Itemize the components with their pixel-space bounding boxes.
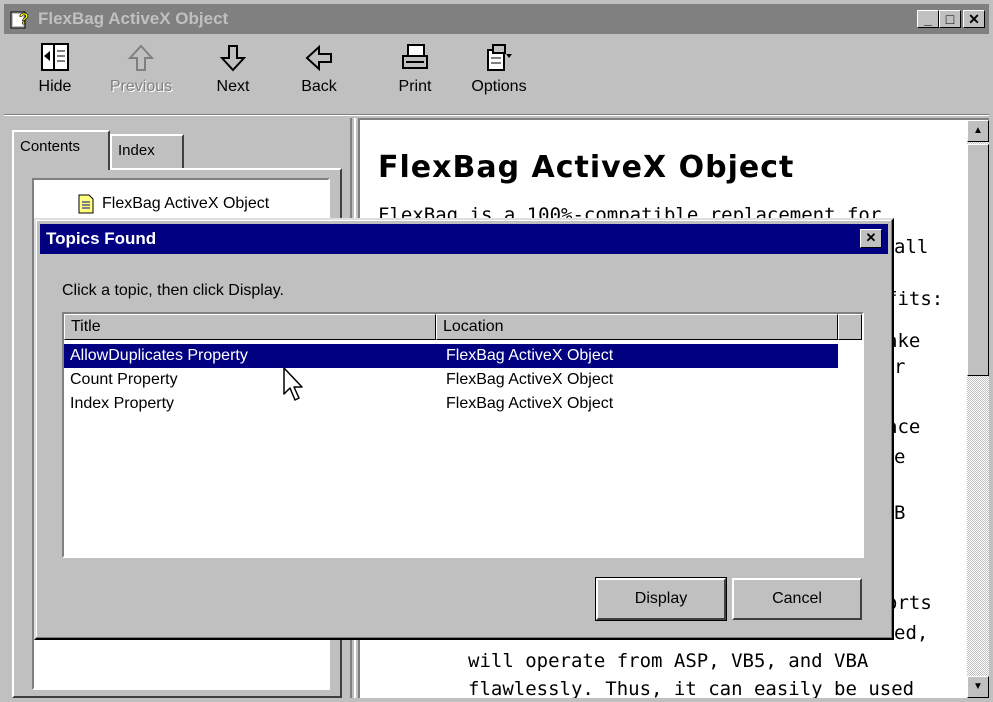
- hide-label: Hide: [38, 78, 72, 95]
- options-icon: [487, 44, 512, 71]
- dialog-close-button[interactable]: ✕: [860, 229, 882, 248]
- tab-index[interactable]: Index: [110, 134, 184, 168]
- scroll-thumb[interactable]: [967, 144, 989, 376]
- scroll-up-button[interactable]: ▲: [967, 120, 989, 142]
- next-label: Next: [216, 78, 250, 95]
- help-window: ? FlexBag ActiveX Object _ □ ✕ Hide Prev…: [0, 0, 993, 702]
- down-arrow-icon: [219, 45, 247, 72]
- next-button[interactable]: Next: [194, 42, 272, 112]
- topic-title: Count Property: [70, 371, 178, 388]
- body-line: all: [894, 236, 929, 258]
- body-line: will operate from ASP, VB5, and VBA: [468, 650, 869, 672]
- previous-button[interactable]: Previous: [102, 42, 180, 112]
- printer-icon: [402, 44, 428, 69]
- topics-found-dialog: Topics Found ✕ Click a topic, then click…: [34, 218, 894, 640]
- topic-title: AllowDuplicates Property: [70, 347, 248, 364]
- column-header-location[interactable]: Location: [436, 314, 838, 340]
- hide-button[interactable]: Hide: [16, 42, 94, 112]
- back-label: Back: [301, 78, 337, 95]
- close-button[interactable]: ✕: [963, 10, 985, 28]
- topic-row[interactable]: AllowDuplicates Property FlexBag ActiveX…: [64, 344, 838, 368]
- left-arrow-icon: [305, 44, 332, 72]
- cancel-button[interactable]: Cancel: [732, 578, 862, 620]
- topic-location: FlexBag ActiveX Object: [446, 371, 614, 388]
- column-header-filler: [838, 314, 862, 340]
- body-line: B: [894, 502, 906, 524]
- title-bar[interactable]: ? FlexBag ActiveX Object _ □ ✕: [4, 4, 989, 34]
- scroll-down-button[interactable]: ▼: [967, 676, 989, 698]
- column-header-location-label: Location: [443, 318, 504, 335]
- maximize-button[interactable]: □: [939, 10, 961, 28]
- topic-heading: FlexBag ActiveX Object: [378, 150, 795, 185]
- topic-title: Index Property: [70, 395, 175, 412]
- toolbar-divider: [4, 114, 989, 116]
- window-title: FlexBag ActiveX Object: [38, 9, 229, 28]
- hide-icon: [41, 43, 69, 71]
- mouse-cursor-icon: [283, 367, 303, 401]
- tab-contents[interactable]: Contents: [12, 130, 110, 170]
- body-line: fits:: [886, 288, 944, 310]
- options-button[interactable]: Options: [460, 42, 538, 112]
- back-button[interactable]: Back: [280, 42, 358, 112]
- toolbar: Hide Previous Next Back Print Options: [4, 36, 989, 116]
- up-arrow-icon: [127, 44, 155, 71]
- topic-row[interactable]: Index Property FlexBag ActiveX Object: [64, 392, 838, 416]
- column-header-title-label: Title: [71, 318, 101, 335]
- topic-row[interactable]: Count Property FlexBag ActiveX Object: [64, 368, 838, 392]
- dialog-title: Topics Found: [46, 229, 157, 248]
- svg-text:?: ?: [19, 11, 29, 28]
- body-line: ed,: [894, 622, 929, 644]
- tree-item[interactable]: FlexBag ActiveX Object: [78, 194, 269, 214]
- print-label: Print: [398, 78, 432, 95]
- minimize-button[interactable]: _: [917, 10, 939, 28]
- display-button[interactable]: Display: [595, 577, 727, 621]
- tree-item-label: FlexBag ActiveX Object: [102, 195, 270, 213]
- vertical-scrollbar[interactable]: ▲ ▼: [967, 120, 989, 698]
- dialog-title-bar[interactable]: Topics Found ✕: [40, 224, 888, 254]
- body-line: flawlessly. Thus, it can easily be used: [468, 678, 915, 698]
- previous-label: Previous: [109, 78, 173, 95]
- dialog-instruction: Click a topic, then click Display.: [62, 282, 284, 299]
- print-button[interactable]: Print: [376, 42, 454, 112]
- topic-location: FlexBag ActiveX Object: [446, 395, 614, 412]
- page-icon: [78, 194, 94, 214]
- options-label: Options: [471, 78, 527, 95]
- help-book-icon: ?: [10, 11, 29, 29]
- body-line: e: [894, 446, 906, 468]
- tab-index-label: Index: [118, 142, 155, 159]
- topic-location: FlexBag ActiveX Object: [446, 347, 614, 364]
- topics-list[interactable]: Title Location AllowDuplicates Property …: [62, 312, 864, 558]
- tab-contents-label: Contents: [20, 138, 81, 155]
- body-line: r: [894, 356, 906, 378]
- column-header-title[interactable]: Title: [64, 314, 436, 340]
